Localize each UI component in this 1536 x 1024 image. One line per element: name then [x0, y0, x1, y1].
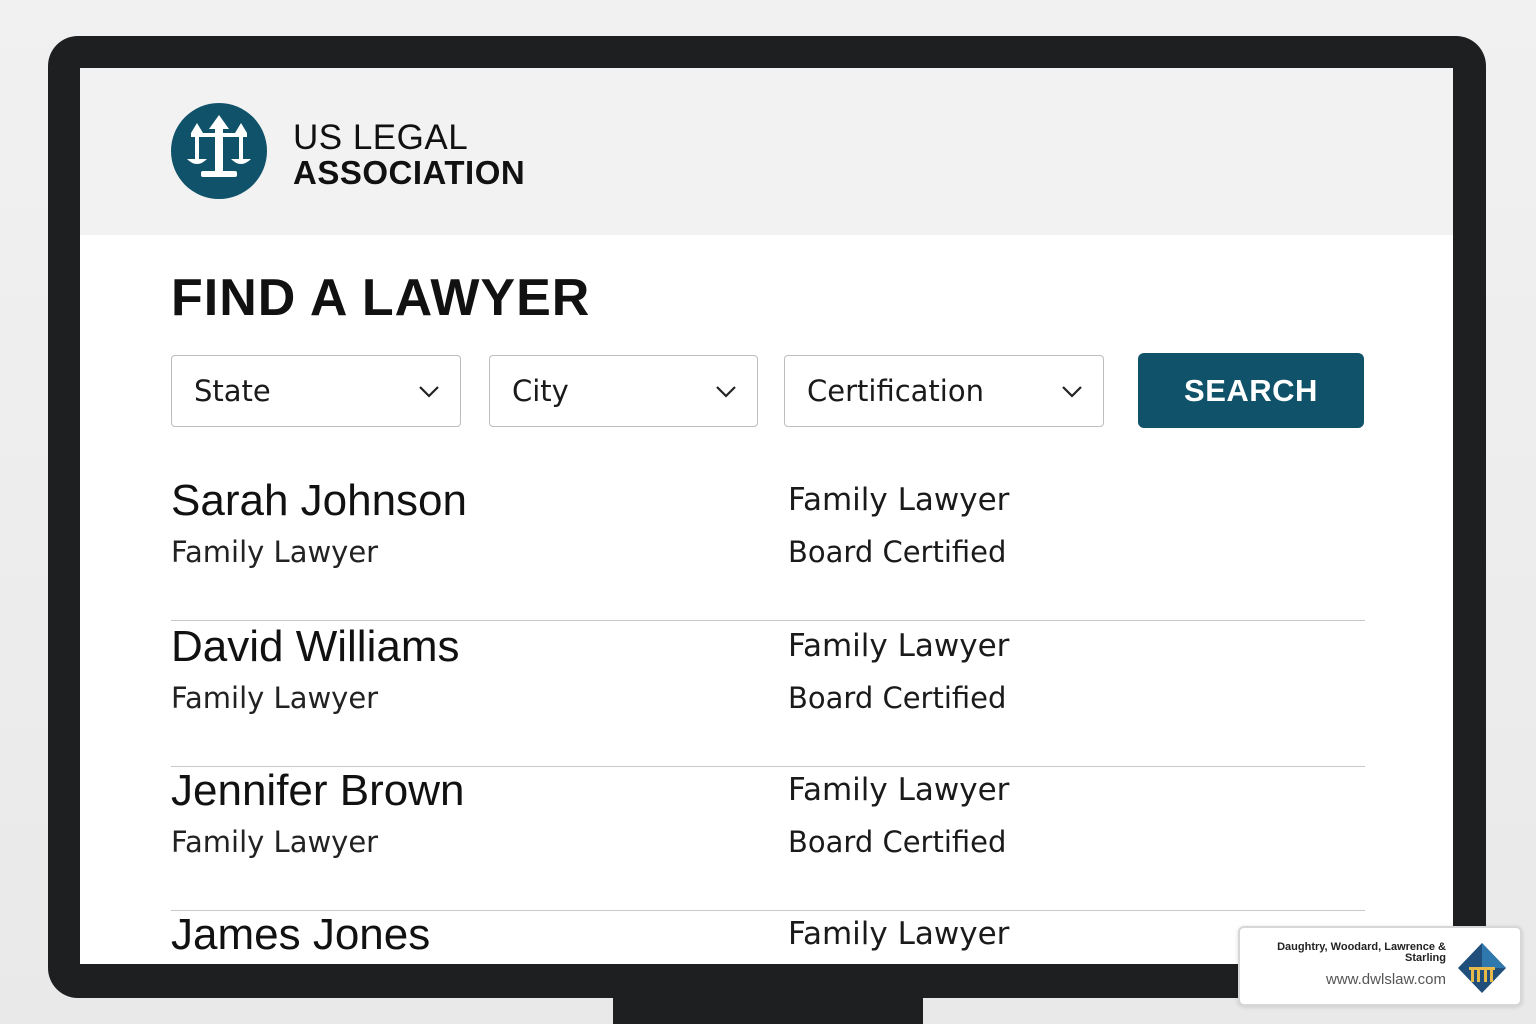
lawyer-result[interactable]: David Williams Family Lawyer Family Lawy… [171, 622, 1365, 767]
firm-logo-icon [1458, 943, 1506, 993]
lawyer-result[interactable]: Sarah Johnson Family Lawyer Family Lawye… [171, 476, 1365, 621]
lawyer-result[interactable]: Jennifer Brown Family Lawyer Family Lawy… [171, 766, 1365, 911]
lawyer-certification: Board Certified [788, 535, 1007, 569]
firm-url: www.dwlslaw.com [1325, 971, 1446, 988]
lawyer-subtitle: Family Lawyer [171, 681, 379, 715]
firm-name: Daughtry, Woodard, Lawrence & Starling [1277, 941, 1446, 964]
city-select[interactable]: City [489, 355, 758, 427]
lawyer-name[interactable]: Sarah Johnson [171, 476, 467, 526]
state-select[interactable]: State [171, 355, 461, 427]
lawyer-certification: Board Certified [788, 825, 1007, 859]
lawyer-name[interactable]: Jennifer Brown [171, 766, 464, 816]
scales-of-justice-icon[interactable] [171, 103, 267, 199]
certification-select-label: Certification [807, 374, 984, 408]
search-button[interactable]: SEARCH [1138, 353, 1364, 428]
monitor-stand [613, 996, 923, 1024]
lawyer-subtitle: Family Lawyer [171, 825, 379, 859]
brand-name: US LEGAL ASSOCIATION [293, 120, 525, 190]
city-select-label: City [512, 374, 569, 408]
site-header: US LEGAL ASSOCIATION [80, 68, 1453, 235]
firm-watermark: Daughtry, Woodard, Lawrence & Starling w… [1238, 926, 1522, 1006]
lawyer-certification: Board Certified [788, 681, 1007, 715]
chevron-down-icon [1062, 386, 1082, 398]
chevron-down-icon [716, 386, 736, 398]
lawyer-specialty: Family Lawyer [788, 482, 1010, 518]
page-title: FIND A LAWYER [171, 269, 591, 327]
state-select-label: State [194, 374, 271, 408]
brand-line-1: US LEGAL [293, 118, 469, 157]
certification-select[interactable]: Certification [784, 355, 1104, 427]
lawyer-specialty: Family Lawyer [788, 772, 1010, 808]
lawyer-subtitle: Family Lawyer [171, 535, 379, 569]
lawyer-name[interactable]: David Williams [171, 622, 459, 672]
screen: US LEGAL ASSOCIATION FIND A LAWYER State… [80, 68, 1453, 964]
lawyer-name[interactable]: James Jones [171, 910, 430, 960]
lawyer-specialty: Family Lawyer [788, 628, 1010, 664]
brand-line-2: ASSOCIATION [293, 154, 526, 191]
lawyer-specialty: Family Lawyer [788, 916, 1010, 952]
chevron-down-icon [419, 386, 439, 398]
lawyer-result[interactable]: James Jones Family Lawyer [171, 910, 1365, 964]
